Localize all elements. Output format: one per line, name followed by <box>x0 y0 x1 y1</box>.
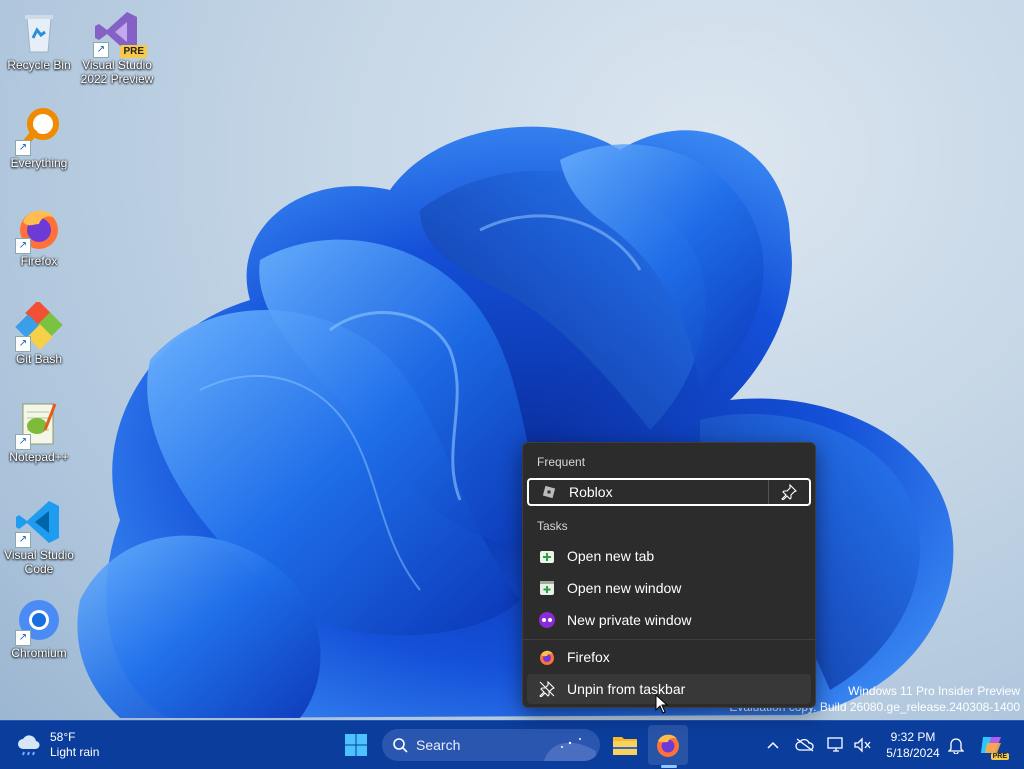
jumplist-item-open-new-window[interactable]: Open new window <box>527 573 811 603</box>
jumplist-tasks-header: Tasks <box>537 519 568 533</box>
notepad-plus-plus-icon: ↗ <box>15 400 63 450</box>
roblox-icon <box>541 484 557 500</box>
bell-icon <box>948 738 964 754</box>
desktop-icon-git-bash[interactable]: ↗ Git Bash <box>0 300 78 366</box>
weather-widget[interactable]: 58°F Light rain <box>16 729 99 761</box>
search-label: Search <box>416 737 461 753</box>
new-window-icon <box>539 580 555 596</box>
jumplist-frequent-header: Frequent <box>537 455 586 469</box>
shortcut-arrow-icon: ↗ <box>15 630 31 646</box>
desktop-icon-label: Firefox <box>20 254 58 268</box>
firefox-icon <box>539 649 555 665</box>
jumplist-item-firefox[interactable]: Firefox <box>527 642 811 672</box>
copilot-pre-badge: PRE <box>990 753 1009 760</box>
folder-icon <box>613 737 637 755</box>
jumplist-item-label: Roblox <box>569 484 613 500</box>
search-highlight-graphic <box>544 738 596 761</box>
git-bash-icon: ↗ <box>15 300 63 352</box>
vscode-icon: ↗ <box>15 498 63 548</box>
visual-studio-icon: ↗ PRE <box>93 8 147 58</box>
jumplist-item-label: New private window <box>567 612 692 628</box>
clock-time: 9:32 PM <box>890 730 936 744</box>
firefox-icon <box>657 734 679 757</box>
chevron-up-icon <box>767 741 779 749</box>
jumplist-item-roblox[interactable]: Roblox <box>527 478 811 506</box>
volume-tray-icon[interactable] <box>852 733 872 757</box>
jumplist-item-open-new-tab[interactable]: Open new tab <box>527 541 811 571</box>
volume-muted-icon <box>854 737 871 753</box>
desktop-icon-label: Notepad++ <box>9 450 69 464</box>
shortcut-arrow-icon: ↗ <box>15 434 31 450</box>
firefox-jump-list: Frequent Roblox Tasks Open new tab Open … <box>522 442 816 708</box>
recycle-bin-icon <box>15 8 63 56</box>
desktop-icon-label: Chromium <box>11 646 67 660</box>
private-window-icon <box>539 612 555 628</box>
network-icon <box>827 737 843 752</box>
desktop-icon-recycle-bin[interactable]: Recycle Bin <box>0 8 78 72</box>
jumplist-item-unpin-from-taskbar[interactable]: Unpin from taskbar <box>527 674 811 704</box>
notifications-button[interactable] <box>946 733 966 757</box>
show-hidden-icons-button[interactable] <box>764 733 782 757</box>
taskbar-clock[interactable]: 9:32 PM 5/18/2024 <box>880 729 946 761</box>
shortcut-arrow-icon: ↗ <box>15 140 31 156</box>
jumplist-item-label: Open new tab <box>567 548 655 564</box>
desktop-icon-label: Recycle Bin <box>7 58 71 72</box>
taskbar-file-explorer[interactable] <box>605 725 645 765</box>
jumplist-item-label: Firefox <box>567 649 610 665</box>
taskbar-firefox[interactable] <box>648 725 688 765</box>
desktop-icon-label: Visual Studio 2022 Preview <box>80 58 154 86</box>
new-tab-icon <box>539 548 555 564</box>
weather-temperature: 58°F <box>50 730 76 744</box>
rain-cloud-icon <box>18 735 40 756</box>
shortcut-arrow-icon: ↗ <box>15 336 31 352</box>
desktop-icon-everything[interactable]: ↗ Everything <box>0 106 78 170</box>
desktop-icon-vscode[interactable]: ↗ Visual Studio Code <box>0 498 78 576</box>
cloud-offline-icon <box>795 738 814 752</box>
shortcut-arrow-icon: ↗ <box>93 42 109 58</box>
everything-search-icon: ↗ <box>15 106 63 156</box>
desktop-icon-firefox[interactable]: ↗ Firefox <box>0 204 78 268</box>
firefox-icon: ↗ <box>15 204 63 254</box>
pre-badge: PRE <box>120 45 147 58</box>
weather-description: Light rain <box>50 745 100 759</box>
wallpaper-bloom <box>77 126 954 718</box>
unpin-icon <box>539 681 555 697</box>
search-icon <box>393 738 408 753</box>
jumplist-item-label: Open new window <box>567 580 682 596</box>
pin-icon <box>781 484 797 500</box>
desktop-icon-label: Everything <box>10 156 68 170</box>
clock-date: 5/18/2024 <box>886 746 940 760</box>
mouse-cursor <box>655 694 669 714</box>
desktop-icon-label: Git Bash <box>15 352 63 366</box>
shortcut-arrow-icon: ↗ <box>15 238 31 254</box>
desktop-icon-label: Visual Studio Code <box>4 548 74 576</box>
taskbar: 58°F Light rain Search 9:32 PM 5/18/2024… <box>0 720 1024 769</box>
jumplist-item-new-private-window[interactable]: New private window <box>527 605 811 635</box>
chromium-icon: ↗ <box>15 596 63 646</box>
windows-logo-icon <box>345 734 367 756</box>
desktop-icon-chromium[interactable]: ↗ Chromium <box>0 596 78 660</box>
network-tray-icon[interactable] <box>826 733 846 757</box>
onedrive-tray-icon[interactable] <box>794 733 816 757</box>
shortcut-arrow-icon: ↗ <box>15 532 31 548</box>
desktop-icon-notepad-plus-plus[interactable]: ↗ Notepad++ <box>0 400 78 464</box>
start-button[interactable] <box>336 725 376 765</box>
taskbar-search-box[interactable]: Search <box>382 729 600 761</box>
copilot-button[interactable]: PRE <box>972 725 1012 765</box>
pin-button[interactable] <box>768 480 809 504</box>
jumplist-separator <box>523 639 815 640</box>
desktop-icon-visual-studio-preview[interactable]: ↗ PRE Visual Studio 2022 Preview <box>78 8 156 86</box>
